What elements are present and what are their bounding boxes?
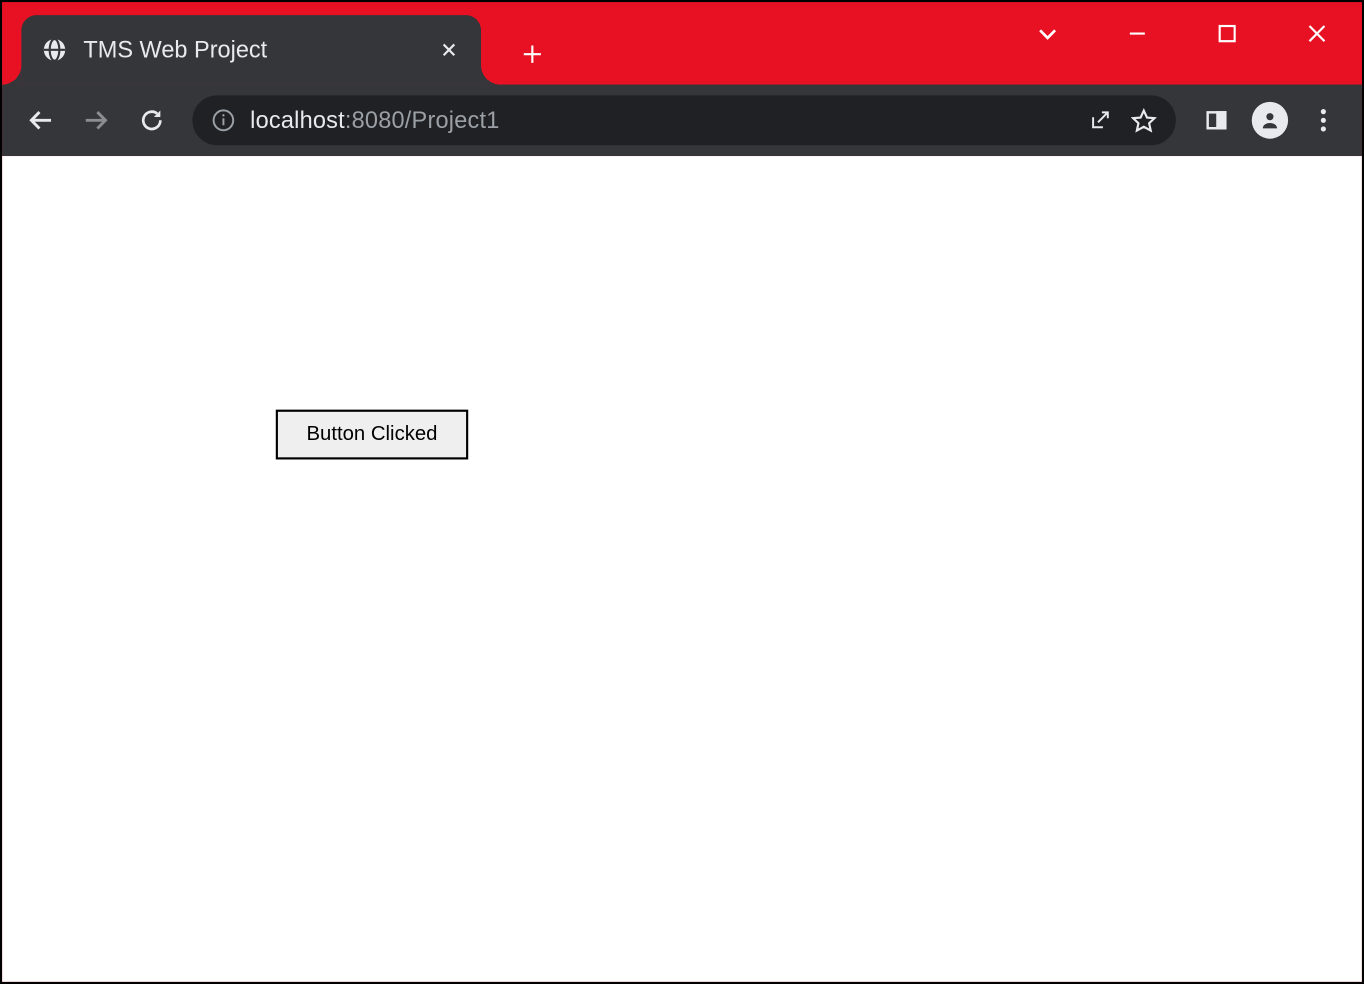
window-close-button[interactable]: [1272, 2, 1362, 65]
toolbar-right: [1193, 96, 1347, 144]
back-button[interactable]: [17, 96, 64, 144]
toolbar: localhost:8080/Project1: [2, 85, 1362, 157]
tab-title: TMS Web Project: [83, 36, 421, 64]
site-info-icon[interactable]: [212, 108, 236, 132]
url-path: :8080/Project1: [345, 106, 500, 133]
browser-tab[interactable]: TMS Web Project: [21, 15, 481, 84]
reload-button[interactable]: [128, 96, 175, 144]
browser-window: TMS Web Project: [0, 0, 1364, 984]
avatar-icon: [1252, 102, 1288, 139]
window-tab-search-button[interactable]: [1003, 2, 1093, 65]
demo-button[interactable]: Button Clicked: [276, 410, 468, 460]
window-maximize-button[interactable]: [1182, 2, 1272, 65]
forward-button[interactable]: [73, 96, 120, 144]
profile-button[interactable]: [1246, 96, 1293, 144]
globe-icon: [41, 36, 69, 64]
tab-close-button[interactable]: [436, 37, 462, 63]
share-icon[interactable]: [1088, 108, 1112, 132]
side-panel-button[interactable]: [1193, 96, 1240, 144]
new-tab-button[interactable]: [511, 33, 554, 76]
url-host: localhost: [250, 106, 345, 133]
titlebar: TMS Web Project: [2, 2, 1362, 84]
url-text: localhost:8080/Project1: [250, 106, 499, 134]
window-controls: [1003, 2, 1362, 65]
page-viewport: Button Clicked: [2, 156, 1362, 982]
bookmark-star-icon[interactable]: [1131, 107, 1157, 133]
window-minimize-button[interactable]: [1092, 2, 1182, 65]
address-bar[interactable]: localhost:8080/Project1: [192, 95, 1175, 145]
kebab-menu-button[interactable]: [1300, 96, 1347, 144]
